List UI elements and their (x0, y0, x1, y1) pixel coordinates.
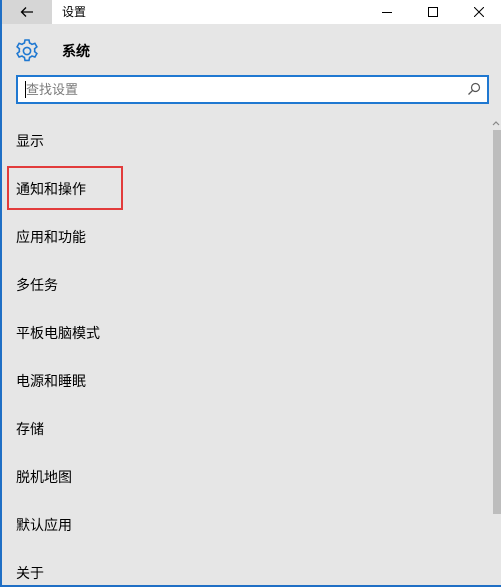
settings-window: 设置 系统 查找设置 显示 通知和操作 应用和功能 多任务 平板电脑模式 电源和… (0, 0, 501, 587)
maximize-button[interactable] (410, 0, 456, 24)
back-arrow-icon (20, 7, 33, 17)
vertical-scrollbar[interactable] (491, 118, 501, 585)
page-header: 系统 (14, 38, 90, 64)
search-box[interactable] (16, 75, 489, 104)
title-bar: 设置 (2, 0, 501, 24)
scroll-thumb[interactable] (493, 130, 501, 514)
chevron-up-icon (492, 121, 500, 126)
gear-icon (16, 39, 38, 62)
highlight-box (7, 166, 123, 210)
search-icon[interactable] (467, 82, 481, 96)
nav-item-multitasking[interactable]: 多任务 (16, 277, 58, 295)
nav-item-tablet-mode[interactable]: 平板电脑模式 (16, 325, 100, 343)
nav-item-default-apps[interactable]: 默认应用 (16, 517, 72, 535)
maximize-icon (428, 7, 438, 17)
close-icon (474, 7, 484, 17)
search-input[interactable] (26, 80, 456, 100)
close-button[interactable] (456, 0, 501, 24)
nav-item-power-sleep[interactable]: 电源和睡眠 (16, 373, 86, 391)
nav-item-about[interactable]: 关于 (16, 565, 44, 583)
text-caret (25, 81, 26, 98)
minimize-icon (382, 12, 392, 13)
nav-item-storage[interactable]: 存储 (16, 421, 44, 439)
page-title: 系统 (62, 44, 90, 60)
nav-item-offline-maps[interactable]: 脱机地图 (16, 469, 72, 487)
minimize-button[interactable] (364, 0, 410, 24)
scroll-up-button[interactable] (492, 118, 500, 128)
window-title: 设置 (62, 5, 87, 19)
back-button[interactable] (2, 0, 52, 24)
nav-item-display[interactable]: 显示 (16, 133, 44, 151)
nav-item-apps-features[interactable]: 应用和功能 (16, 229, 86, 247)
